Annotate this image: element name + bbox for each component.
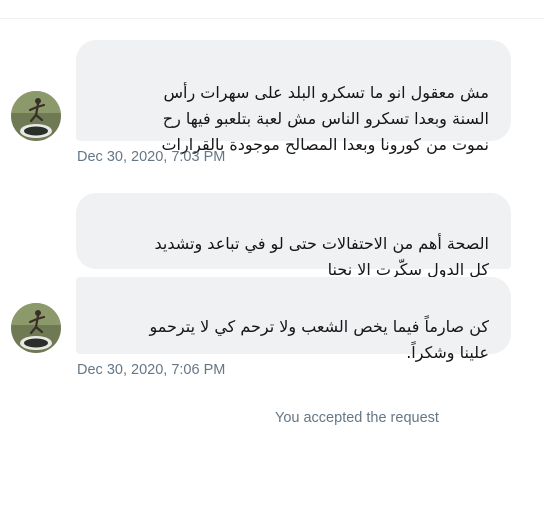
message-text: كن صارماً فيما يخص الشعب ولا ترحم كي لا … bbox=[149, 317, 489, 362]
message-text: مش معقول انو ما تسكرو البلد على سهرات رأ… bbox=[161, 83, 489, 154]
message-timestamp: Dec 30, 2020, 7:06 PM bbox=[77, 362, 226, 378]
message-bubble[interactable]: الصحة أهم من الاحتفالات حتى لو في تباعد … bbox=[76, 193, 511, 279]
request-accepted-note: You accepted the request bbox=[275, 410, 439, 426]
dm-conversation: مش معقول انو ما تسكرو البلد على سهرات رأ… bbox=[0, 0, 544, 508]
message-timestamp: Dec 30, 2020, 7:03 PM bbox=[77, 149, 226, 165]
sender-avatar[interactable] bbox=[11, 91, 61, 141]
sender-avatar[interactable] bbox=[11, 303, 61, 353]
top-divider bbox=[0, 18, 544, 19]
message-bubble[interactable]: مش معقول انو ما تسكرو البلد على سهرات رأ… bbox=[76, 40, 511, 154]
message-text: الصحة أهم من الاحتفالات حتى لو في تباعد … bbox=[154, 234, 490, 279]
message-bubble[interactable]: كن صارماً فيما يخص الشعب ولا ترحم كي لا … bbox=[76, 277, 511, 362]
